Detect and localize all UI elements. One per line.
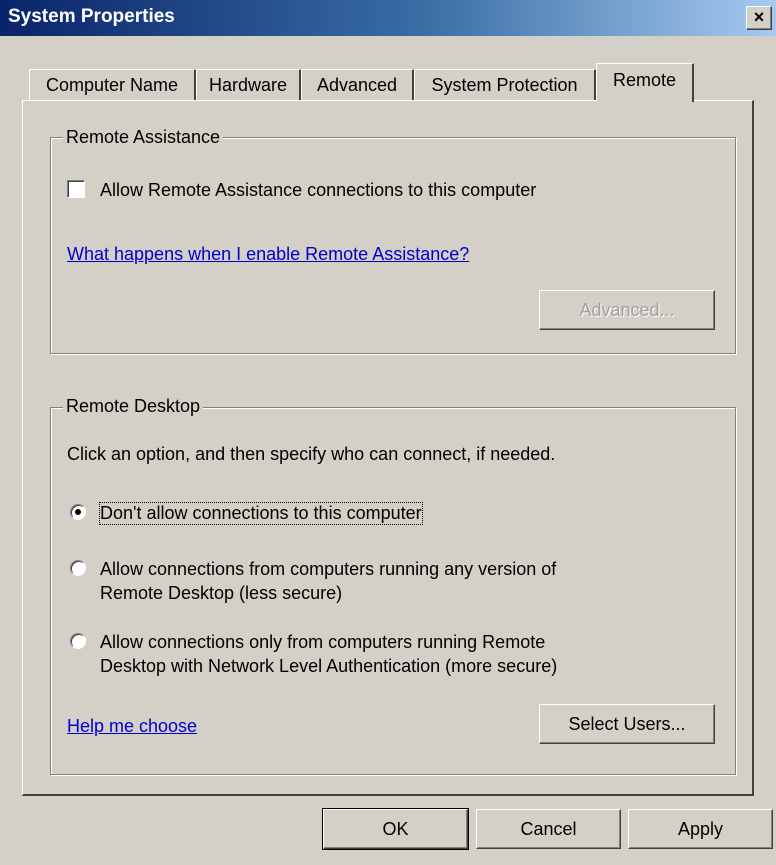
radio-selected-dot: [75, 509, 81, 515]
close-button[interactable]: ×: [746, 6, 772, 30]
tab-label: Hardware: [208, 75, 288, 95]
tab-system-protection[interactable]: System Protection: [414, 69, 596, 100]
tab-remote[interactable]: Remote: [596, 63, 694, 102]
apply-button[interactable]: Apply: [628, 809, 773, 849]
remote-desktop-group-label: Remote Desktop: [63, 396, 204, 417]
ok-button[interactable]: OK: [322, 808, 469, 850]
close-icon: ×: [753, 7, 765, 27]
allow-remote-assistance-checkbox[interactable]: [67, 180, 85, 198]
select-users-button-label: Select Users...: [568, 714, 686, 734]
advanced-button-label: Advanced...: [579, 300, 675, 320]
allow-nla-only-label-line1[interactable]: Allow connections only from computers ru…: [100, 632, 545, 653]
dont-allow-connections-label[interactable]: Don't allow connections to this computer: [99, 502, 423, 525]
tab-label: Computer Name: [45, 75, 179, 95]
tab-advanced[interactable]: Advanced: [301, 69, 414, 100]
help-me-choose-link[interactable]: Help me choose: [67, 716, 197, 737]
title-bar: System Properties ×: [0, 0, 776, 36]
allow-nla-only-label-line2[interactable]: Desktop with Network Level Authenticatio…: [100, 656, 557, 677]
allow-remote-assistance-label[interactable]: Allow Remote Assistance connections to t…: [100, 180, 536, 201]
tab-hardware[interactable]: Hardware: [196, 69, 301, 100]
select-users-button[interactable]: Select Users...: [539, 704, 715, 744]
remote-assistance-group-label: Remote Assistance: [63, 127, 224, 148]
tab-computer-name[interactable]: Computer Name: [29, 69, 196, 100]
dont-allow-connections-radio[interactable]: [70, 504, 86, 520]
cancel-button-label: Cancel: [520, 819, 577, 839]
allow-any-version-radio[interactable]: [70, 560, 86, 576]
allow-nla-only-radio[interactable]: [70, 633, 86, 649]
tab-label: System Protection: [431, 75, 578, 95]
ok-button-label: OK: [382, 819, 409, 839]
advanced-button[interactable]: Advanced...: [539, 290, 715, 330]
cancel-button[interactable]: Cancel: [476, 809, 621, 849]
window-title: System Properties: [8, 6, 175, 27]
apply-button-label: Apply: [677, 819, 724, 839]
remote-desktop-instruction: Click an option, and then specify who ca…: [67, 444, 556, 464]
remote-assistance-help-link[interactable]: What happens when I enable Remote Assist…: [67, 244, 469, 265]
tab-label: Advanced: [316, 75, 398, 95]
allow-any-version-label-line1[interactable]: Allow connections from computers running…: [100, 559, 556, 580]
allow-any-version-label-line2[interactable]: Remote Desktop (less secure): [100, 583, 342, 604]
tab-label: Remote: [612, 70, 677, 90]
